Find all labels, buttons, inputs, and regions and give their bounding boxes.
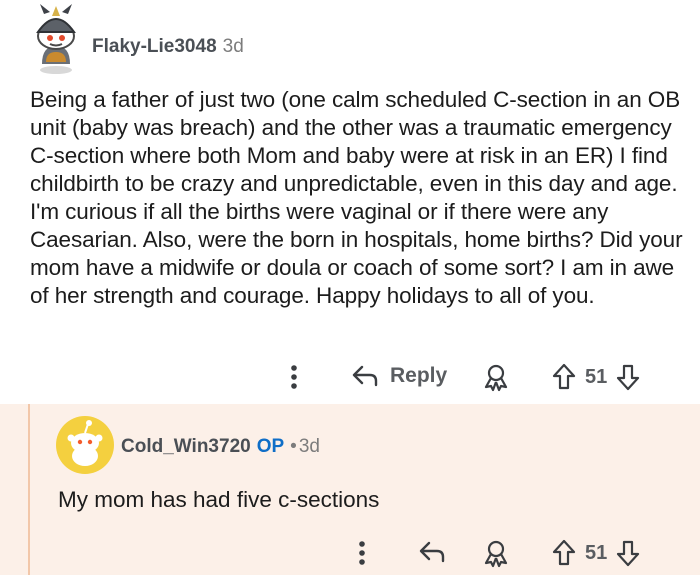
reply-button[interactable] bbox=[417, 538, 447, 566]
reply-label: Reply bbox=[390, 364, 448, 387]
vertical-dots-icon bbox=[359, 541, 365, 565]
award-button[interactable] bbox=[481, 538, 511, 568]
timestamp: 3d bbox=[298, 436, 320, 457]
reply-avatar[interactable] bbox=[56, 416, 114, 474]
award-icon bbox=[484, 540, 508, 568]
award-button[interactable] bbox=[481, 362, 511, 392]
vote-group: 51 bbox=[551, 538, 641, 568]
downvote-arrow-icon[interactable] bbox=[615, 362, 641, 392]
vote-count: 51 bbox=[585, 365, 608, 388]
more-options-button[interactable] bbox=[352, 538, 372, 568]
timestamp: 3d bbox=[222, 36, 244, 57]
reply-body: My mom has had five c-sections bbox=[58, 487, 380, 512]
vote-count: 51 bbox=[585, 541, 608, 564]
op-badge: OP bbox=[256, 436, 285, 457]
vertical-dots-icon bbox=[291, 365, 297, 389]
upvote-arrow-icon[interactable] bbox=[551, 538, 577, 568]
username[interactable]: Cold_Win3720 bbox=[121, 436, 251, 457]
top-comment: Flaky-Lie3048 3d Being a father of just t… bbox=[0, 0, 700, 400]
reply-author-row: Cold_Win3720 OP • 3d bbox=[121, 436, 320, 458]
vote-group: 51 bbox=[551, 362, 641, 392]
reply-arrow-icon bbox=[352, 365, 378, 387]
thread-line[interactable] bbox=[28, 404, 30, 575]
more-options-button[interactable] bbox=[284, 362, 304, 392]
avatar[interactable] bbox=[28, 2, 84, 76]
username[interactable]: Flaky-Lie3048 bbox=[92, 36, 217, 57]
separator: • bbox=[290, 436, 297, 457]
reply-arrow-icon bbox=[419, 541, 445, 563]
downvote-arrow-icon[interactable] bbox=[615, 538, 641, 568]
comment-actions: Reply 51 bbox=[0, 358, 700, 398]
upvote-arrow-icon[interactable] bbox=[551, 362, 577, 392]
comment-author-row: Flaky-Lie3048 3d bbox=[92, 36, 244, 58]
reply-button[interactable]: Reply bbox=[350, 362, 447, 390]
comment-body: Being a father of just two (one calm sch… bbox=[30, 87, 683, 308]
award-icon bbox=[484, 364, 508, 392]
